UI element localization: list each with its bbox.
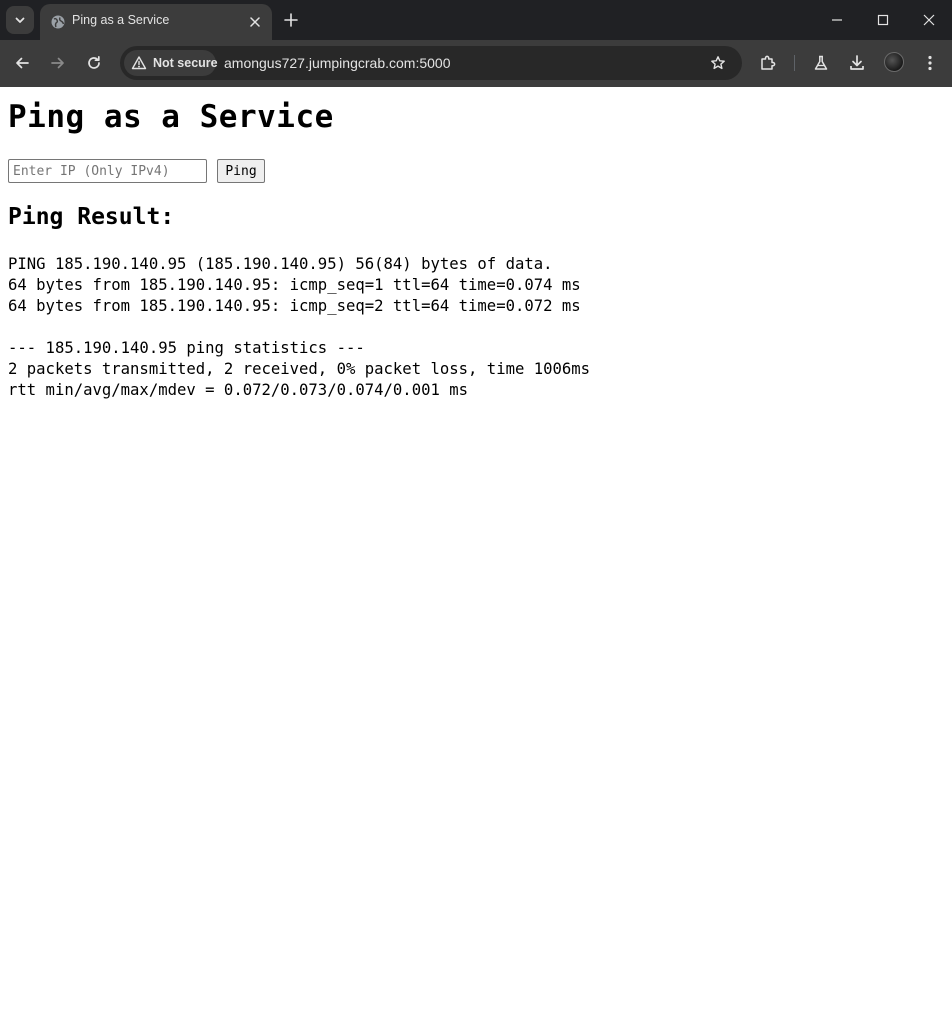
close-tab-icon[interactable] bbox=[246, 13, 264, 31]
minimize-icon bbox=[831, 14, 843, 26]
browser-menu-button[interactable] bbox=[919, 52, 941, 74]
result-line: --- 185.190.140.95 ping statistics --- bbox=[8, 339, 365, 357]
downloads-button[interactable] bbox=[846, 52, 868, 74]
result-line: 64 bytes from 185.190.140.95: icmp_seq=2… bbox=[8, 297, 581, 315]
reload-button[interactable] bbox=[83, 52, 105, 74]
close-window-button[interactable] bbox=[917, 8, 941, 32]
bookmark-star-icon[interactable] bbox=[708, 53, 728, 73]
browser-toolbar: Not secure amongus727.jumpingcrab.com:50… bbox=[0, 40, 952, 87]
ip-address-input[interactable] bbox=[8, 159, 207, 183]
new-tab-button[interactable] bbox=[281, 10, 301, 30]
ping-button[interactable]: Ping bbox=[217, 159, 265, 183]
warning-icon bbox=[131, 55, 147, 71]
security-indicator[interactable]: Not secure bbox=[124, 50, 218, 76]
back-button[interactable] bbox=[11, 52, 33, 74]
result-line: 64 bytes from 185.190.140.95: icmp_seq=1… bbox=[8, 276, 581, 294]
close-icon bbox=[923, 14, 935, 26]
minimize-window-button[interactable] bbox=[825, 8, 849, 32]
result-line: 2 packets transmitted, 2 received, 0% pa… bbox=[8, 360, 591, 378]
browser-tab-active[interactable]: Ping as a Service bbox=[40, 4, 272, 40]
download-icon bbox=[848, 54, 866, 72]
url-text[interactable]: amongus727.jumpingcrab.com:5000 bbox=[224, 55, 450, 71]
tab-title: Ping as a Service bbox=[72, 13, 170, 27]
forward-button[interactable] bbox=[47, 52, 69, 74]
profile-avatar[interactable] bbox=[884, 52, 904, 72]
page-content: Ping as a Service Ping Ping Result: PING… bbox=[0, 87, 952, 1012]
tab-search-button[interactable] bbox=[6, 6, 34, 34]
labs-button[interactable] bbox=[810, 52, 832, 74]
tab-strip: Ping as a Service bbox=[0, 0, 952, 40]
maximize-icon bbox=[877, 14, 889, 26]
arrow-right-icon bbox=[50, 55, 66, 71]
plus-icon bbox=[284, 13, 298, 27]
more-vertical-icon bbox=[921, 54, 939, 72]
arrow-left-icon bbox=[14, 55, 30, 71]
extensions-button[interactable] bbox=[757, 52, 779, 74]
result-line: PING 185.190.140.95 (185.190.140.95) 56(… bbox=[8, 255, 553, 273]
ping-result-output: PING 185.190.140.95 (185.190.140.95) 56(… bbox=[8, 254, 590, 401]
chevron-down-icon bbox=[14, 14, 26, 26]
security-label: Not secure bbox=[153, 56, 218, 70]
result-line: rtt min/avg/max/mdev = 0.072/0.073/0.074… bbox=[8, 381, 469, 399]
puzzle-icon bbox=[759, 54, 777, 72]
result-heading: Ping Result: bbox=[8, 204, 175, 230]
maximize-window-button[interactable] bbox=[871, 8, 895, 32]
reload-icon bbox=[86, 55, 102, 71]
page-title: Ping as a Service bbox=[8, 99, 334, 135]
globe-icon bbox=[50, 14, 66, 30]
toolbar-divider bbox=[794, 55, 795, 71]
flask-icon bbox=[812, 54, 830, 72]
address-bar[interactable]: Not secure amongus727.jumpingcrab.com:50… bbox=[120, 46, 742, 80]
